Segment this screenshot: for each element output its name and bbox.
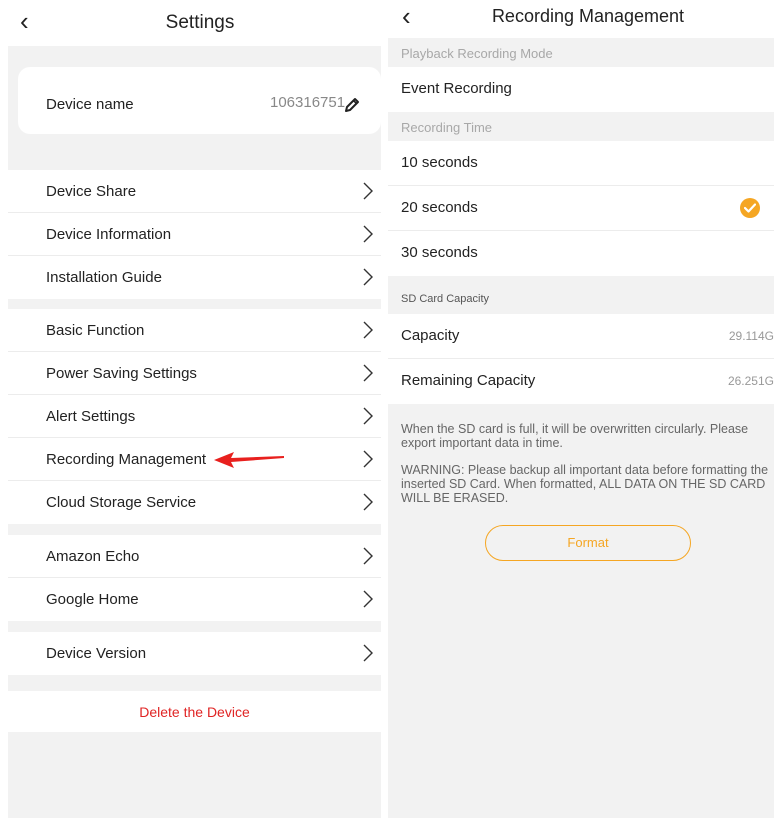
checkmark-circle-icon	[740, 198, 760, 218]
sd-card-notice: When the SD card is full, it will be ove…	[401, 422, 749, 450]
settings-item-device-share[interactable]: Device Share	[8, 170, 381, 213]
settings-item-label: Google Home	[46, 591, 139, 608]
settings-group-3: Amazon Echo Google Home	[8, 535, 381, 621]
delete-device-label: Delete the Device	[139, 704, 250, 720]
settings-header: ‹ Settings	[0, 0, 390, 46]
chevron-right-icon	[363, 547, 373, 565]
chevron-right-icon	[363, 493, 373, 511]
settings-item-power-saving[interactable]: Power Saving Settings	[8, 352, 381, 395]
settings-item-label: Recording Management	[46, 451, 207, 468]
chevron-right-icon	[363, 590, 373, 608]
recording-time-group: 10 seconds 20 seconds 30 seconds	[388, 141, 774, 276]
settings-screen: ‹ Settings Device name 106316751 Device …	[0, 0, 390, 818]
format-button[interactable]: Format	[485, 525, 691, 561]
recording-time-option[interactable]: 10 seconds	[388, 141, 774, 186]
recording-management-screen: ‹ Recording Management Playback Recordin…	[388, 0, 774, 818]
pencil-icon[interactable]	[343, 96, 361, 114]
settings-item-recording-management[interactable]: Recording Management	[8, 438, 381, 481]
settings-item-installation-guide[interactable]: Installation Guide	[8, 256, 381, 299]
device-name-label: Device name	[46, 96, 134, 113]
settings-group-1: Device Share Device Information Installa…	[8, 170, 381, 299]
sd-card-group: Capacity 29.114G Remaining Capacity 26.2…	[388, 314, 774, 404]
playback-mode-row[interactable]: Event Recording	[388, 67, 774, 112]
section-label-playback-mode: Playback Recording Mode	[401, 46, 553, 61]
settings-group-2: Basic Function Power Saving Settings Ale…	[8, 309, 381, 524]
chevron-right-icon	[363, 407, 373, 425]
playback-mode-group: Event Recording	[388, 67, 774, 112]
recording-time-label: 30 seconds	[401, 244, 478, 261]
recording-time-option[interactable]: 30 seconds	[388, 231, 774, 276]
settings-item-label: Power Saving Settings	[46, 365, 197, 382]
settings-item-cloud-storage[interactable]: Cloud Storage Service	[8, 481, 381, 524]
settings-item-label: Basic Function	[46, 322, 145, 339]
delete-device-button[interactable]: Delete the Device	[8, 691, 381, 732]
settings-item-google-home[interactable]: Google Home	[8, 578, 381, 621]
settings-item-basic-function[interactable]: Basic Function	[8, 309, 381, 352]
remaining-capacity-value: 26.251G	[727, 374, 774, 388]
settings-item-label: Device Share	[46, 183, 137, 200]
settings-item-label: Installation Guide	[46, 269, 162, 286]
chevron-right-icon	[363, 364, 373, 382]
settings-item-label: Device Version	[46, 645, 147, 662]
settings-item-label: Device Information	[46, 226, 172, 243]
chevron-right-icon	[363, 268, 373, 286]
recording-time-label: 20 seconds	[401, 199, 478, 216]
capacity-label: Capacity	[401, 327, 460, 344]
chevron-right-icon	[363, 450, 373, 468]
section-label-sd-card: SD Card Capacity	[401, 293, 490, 305]
settings-item-device-version[interactable]: Device Version	[8, 632, 381, 675]
settings-item-label: Cloud Storage Service	[46, 494, 197, 511]
format-warning: WARNING: Please backup all important dat…	[401, 463, 769, 505]
device-name-row[interactable]: Device name 106316751	[18, 67, 381, 134]
chevron-right-icon	[363, 321, 373, 339]
chevron-right-icon	[363, 182, 373, 200]
settings-item-device-information[interactable]: Device Information	[8, 213, 381, 256]
recording-time-label: 10 seconds	[401, 154, 478, 171]
section-label-recording-time: Recording Time	[401, 120, 493, 135]
recording-time-option-selected[interactable]: 20 seconds	[388, 186, 774, 231]
red-arrow-icon	[214, 452, 284, 468]
remaining-capacity-row: Remaining Capacity 26.251G	[388, 359, 774, 404]
chevron-right-icon	[363, 225, 373, 243]
playback-mode-value: Event Recording	[401, 80, 512, 97]
page-title: Settings	[165, 12, 235, 33]
settings-item-label: Alert Settings	[46, 408, 136, 425]
remaining-capacity-label: Remaining Capacity	[401, 372, 536, 389]
settings-item-alert-settings[interactable]: Alert Settings	[8, 395, 381, 438]
capacity-row: Capacity 29.114G	[388, 314, 774, 359]
device-name-value: 106316751	[270, 94, 346, 111]
settings-group-4: Device Version	[8, 632, 381, 675]
recording-header: ‹ Recording Management	[388, 0, 774, 38]
chevron-right-icon	[363, 644, 373, 662]
capacity-value: 29.114G	[728, 329, 774, 343]
page-title: Recording Management	[491, 6, 685, 26]
settings-item-amazon-echo[interactable]: Amazon Echo	[8, 535, 381, 578]
settings-item-label: Amazon Echo	[46, 548, 140, 565]
